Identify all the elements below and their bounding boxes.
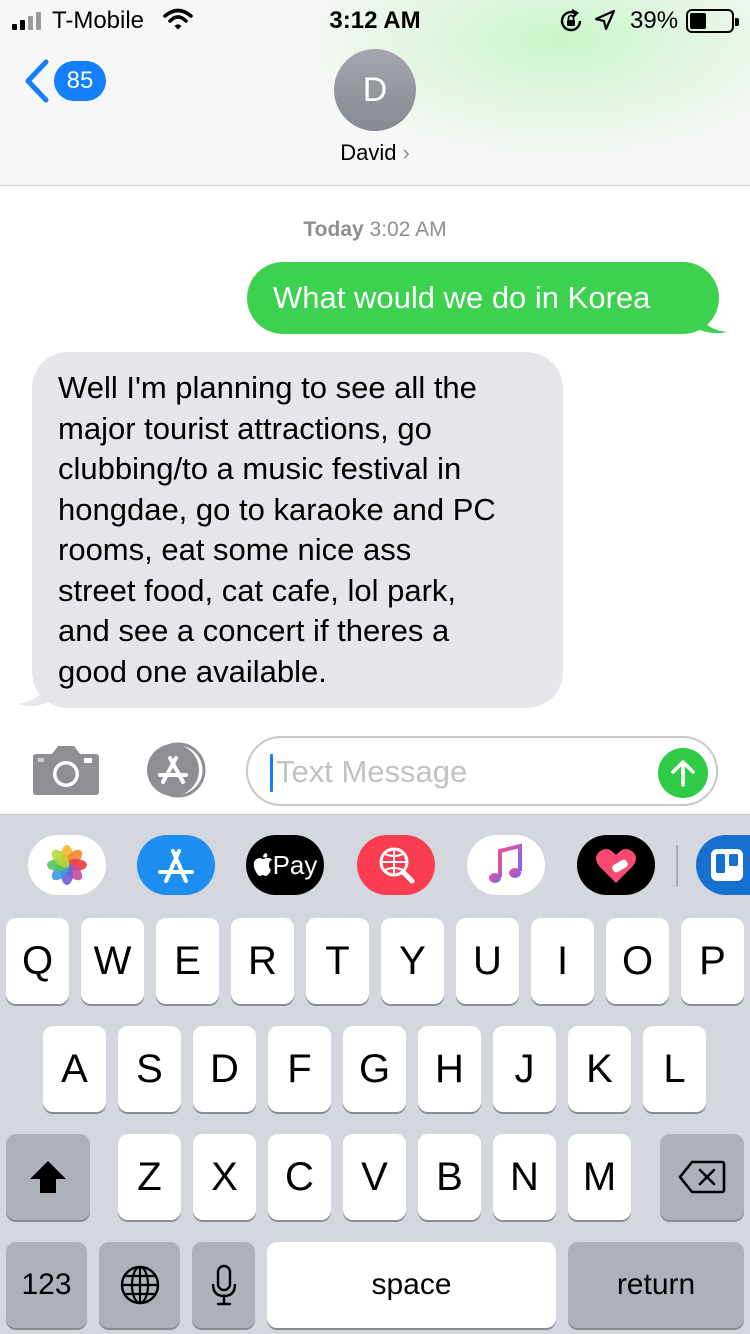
globe-icon: [120, 1265, 159, 1305]
key-w[interactable]: W: [81, 918, 144, 1004]
back-button[interactable]: 85: [22, 58, 106, 104]
contact-name-button[interactable]: David ›: [0, 140, 750, 166]
message-line: clubbing/to a music festival in: [58, 451, 462, 486]
battery-fill: [690, 13, 706, 29]
app-store-icon: [158, 849, 194, 883]
music-app-button[interactable]: [467, 835, 545, 895]
unread-count-badge: 85: [54, 61, 106, 101]
status-bar: T-Mobile 3:12 AM 39%: [0, 0, 750, 40]
shift-key[interactable]: [6, 1134, 90, 1220]
microphone-icon: [211, 1264, 236, 1306]
key-r[interactable]: R: [231, 918, 294, 1004]
key-v[interactable]: V: [343, 1134, 406, 1220]
music-icon: [489, 843, 522, 883]
message-line: good one available.: [58, 653, 327, 689]
arrow-up-icon: [671, 760, 695, 787]
message-line: Well I'm planning to see all the: [58, 370, 477, 405]
key-b[interactable]: B: [418, 1134, 481, 1220]
message-line: rooms, eat some nice ass: [58, 532, 412, 567]
trello-app-button[interactable]: [696, 835, 750, 895]
key-f[interactable]: F: [268, 1026, 331, 1112]
app-store-app-button[interactable]: [137, 835, 215, 895]
chevron-left-icon: [25, 59, 49, 103]
incoming-message-bubble[interactable]: Well I'm planning to see all the major t…: [32, 352, 563, 708]
message-timestamp: Today 3:02 AM: [0, 218, 750, 242]
apple-pay-app-button[interactable]: Pay: [246, 835, 324, 895]
rotation-lock-icon: [558, 8, 584, 41]
key-h[interactable]: H: [418, 1026, 481, 1112]
trello-icon: [711, 849, 743, 881]
contact-avatar[interactable]: D: [334, 49, 416, 131]
shift-icon: [30, 1161, 66, 1193]
key-m[interactable]: M: [568, 1134, 631, 1220]
messages-screen: T-Mobile 3:12 AM 39% 85 D David › Today …: [0, 0, 750, 1334]
key-q[interactable]: Q: [6, 918, 69, 1004]
key-e[interactable]: E: [156, 918, 219, 1004]
key-j[interactable]: J: [493, 1026, 556, 1112]
outgoing-message-bubble[interactable]: What would we do in Korea: [247, 262, 719, 334]
key-n[interactable]: N: [493, 1134, 556, 1220]
key-k[interactable]: K: [568, 1026, 631, 1112]
app-store-icon: [147, 742, 206, 798]
backspace-icon: [678, 1160, 726, 1194]
imessage-app-strip: Pay: [0, 814, 750, 914]
app-store-drawer-button[interactable]: [140, 742, 212, 803]
contact-name: David: [340, 140, 397, 165]
outgoing-bubble-tail: [690, 300, 728, 334]
battery-percentage: 39%: [630, 7, 679, 34]
camera-button[interactable]: [32, 742, 100, 801]
numbers-key[interactable]: 123: [6, 1242, 87, 1328]
key-c[interactable]: C: [268, 1134, 331, 1220]
apple-pay-label: Pay: [272, 849, 318, 880]
heart-icon: [596, 849, 636, 883]
message-text: What would we do in Korea: [273, 280, 651, 315]
message-input[interactable]: [276, 750, 646, 794]
key-p[interactable]: P: [681, 918, 744, 1004]
message-line: and see a concert if theres a: [58, 613, 450, 648]
delete-key[interactable]: [660, 1134, 744, 1220]
conversation-header: T-Mobile 3:12 AM 39% 85 D David ›: [0, 0, 750, 186]
text-cursor: [270, 754, 273, 792]
key-g[interactable]: G: [343, 1026, 406, 1112]
message-line: major tourist attractions, go: [58, 410, 432, 446]
timestamp-time: 3:02 AM: [369, 218, 447, 241]
return-key[interactable]: return: [568, 1242, 744, 1328]
key-a[interactable]: A: [43, 1026, 106, 1112]
space-key[interactable]: space: [267, 1242, 556, 1328]
apple-logo-icon: [253, 853, 272, 876]
web-search-icon: [379, 847, 415, 884]
globe-key[interactable]: [99, 1242, 180, 1328]
key-t[interactable]: T: [306, 918, 369, 1004]
key-d[interactable]: D: [193, 1026, 256, 1112]
key-z[interactable]: Z: [118, 1134, 181, 1220]
key-l[interactable]: L: [643, 1026, 706, 1112]
incoming-bubble-tail: [18, 670, 56, 706]
photos-app-button[interactable]: [28, 835, 106, 895]
web-search-app-button[interactable]: [357, 835, 435, 895]
battery-icon: [686, 9, 739, 33]
chevron-right-icon: ›: [402, 140, 410, 165]
app-strip-divider: [676, 845, 678, 887]
key-y[interactable]: Y: [381, 918, 444, 1004]
photos-icon: [47, 845, 87, 885]
keyboard: Q W E R T Y U I O P A S D F G H J K L Z …: [0, 914, 750, 1334]
key-o[interactable]: O: [606, 918, 669, 1004]
key-i[interactable]: I: [531, 918, 594, 1004]
key-s[interactable]: S: [118, 1026, 181, 1112]
message-line: street food, cat cafe, lol park,: [58, 572, 457, 608]
timestamp-day: Today: [303, 218, 364, 241]
message-input-field[interactable]: [246, 736, 718, 806]
dictation-key[interactable]: [192, 1242, 255, 1328]
key-u[interactable]: U: [456, 918, 519, 1004]
send-button[interactable]: [658, 748, 708, 798]
key-x[interactable]: X: [193, 1134, 256, 1220]
camera-icon: [33, 746, 99, 795]
message-line: hongdae, go to karaoke and PC: [58, 491, 496, 527]
location-icon: [594, 9, 616, 38]
heart-sticker-app-button[interactable]: [577, 835, 655, 895]
